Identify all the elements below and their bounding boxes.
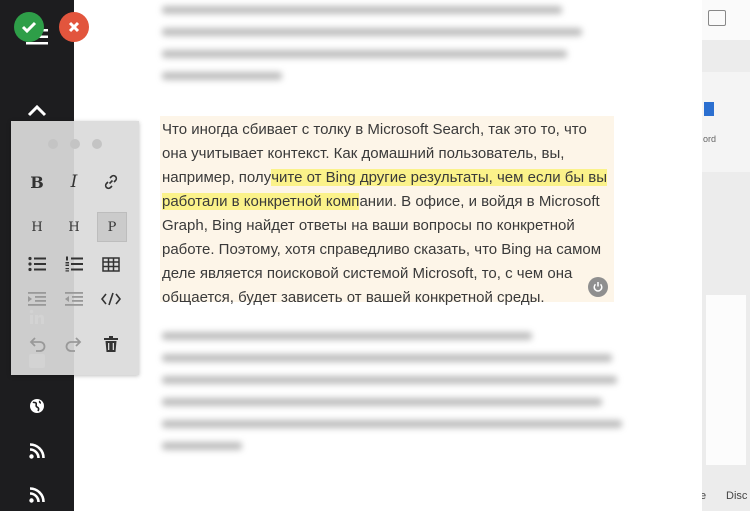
chevron-up-icon[interactable] bbox=[0, 100, 74, 122]
bullet-list-icon bbox=[28, 256, 46, 272]
close-icon bbox=[68, 21, 80, 33]
selected-paragraph[interactable]: Что иногда сбивает с толку в Microsoft S… bbox=[162, 118, 612, 310]
confirm-button[interactable] bbox=[14, 12, 44, 42]
window-icon bbox=[708, 10, 726, 26]
blue-tile bbox=[704, 102, 714, 116]
undo-button[interactable] bbox=[23, 330, 51, 358]
close-button[interactable] bbox=[59, 12, 89, 42]
numbered-list-button[interactable] bbox=[60, 250, 88, 278]
toolbar-dot bbox=[70, 139, 80, 149]
rss-icon[interactable] bbox=[0, 441, 74, 461]
heading-1-button[interactable]: H bbox=[23, 213, 51, 241]
delete-button[interactable] bbox=[97, 330, 125, 358]
trash-icon bbox=[104, 336, 118, 352]
blurred-paragraph-top bbox=[162, 0, 592, 80]
adjacent-window-body bbox=[702, 72, 750, 172]
heading-2-button[interactable]: H bbox=[60, 213, 88, 241]
redo-button[interactable] bbox=[60, 330, 88, 358]
indent-button[interactable] bbox=[23, 285, 51, 313]
toolbar-dot bbox=[92, 139, 102, 149]
checkmark-icon bbox=[21, 21, 37, 33]
adjacent-text-disc: Disc bbox=[726, 490, 748, 502]
formatting-toolbar: B I H H P bbox=[11, 121, 139, 375]
numbered-list-icon bbox=[65, 256, 83, 272]
paragraph-button[interactable]: P bbox=[97, 212, 127, 242]
indent-icon bbox=[28, 292, 46, 306]
adjacent-text-e: e bbox=[702, 490, 707, 502]
redo-icon bbox=[65, 337, 82, 352]
adjacent-window-panel: ord e Disc bbox=[702, 0, 750, 511]
table-button[interactable] bbox=[97, 250, 125, 278]
globe-icon[interactable] bbox=[0, 396, 74, 416]
outdent-icon bbox=[65, 292, 83, 306]
undo-icon bbox=[29, 337, 46, 352]
link-icon bbox=[104, 174, 118, 190]
table-icon bbox=[102, 256, 120, 272]
rss-feed-icon[interactable] bbox=[0, 485, 74, 505]
blurred-paragraph-bottom bbox=[162, 326, 622, 450]
code-icon bbox=[101, 292, 121, 306]
bullet-list-button[interactable] bbox=[23, 250, 51, 278]
bold-button[interactable]: B bbox=[23, 168, 51, 196]
adjacent-text-ord: ord bbox=[703, 134, 717, 144]
content-area: Что иногда сбивает с толку в Microsoft S… bbox=[74, 0, 702, 511]
code-button[interactable] bbox=[97, 285, 125, 313]
italic-button[interactable]: I bbox=[60, 168, 88, 196]
power-icon[interactable] bbox=[588, 277, 608, 297]
link-button[interactable] bbox=[97, 168, 125, 196]
adjacent-window-card bbox=[706, 295, 746, 465]
toolbar-dot bbox=[48, 139, 58, 149]
outdent-button[interactable] bbox=[60, 285, 88, 313]
